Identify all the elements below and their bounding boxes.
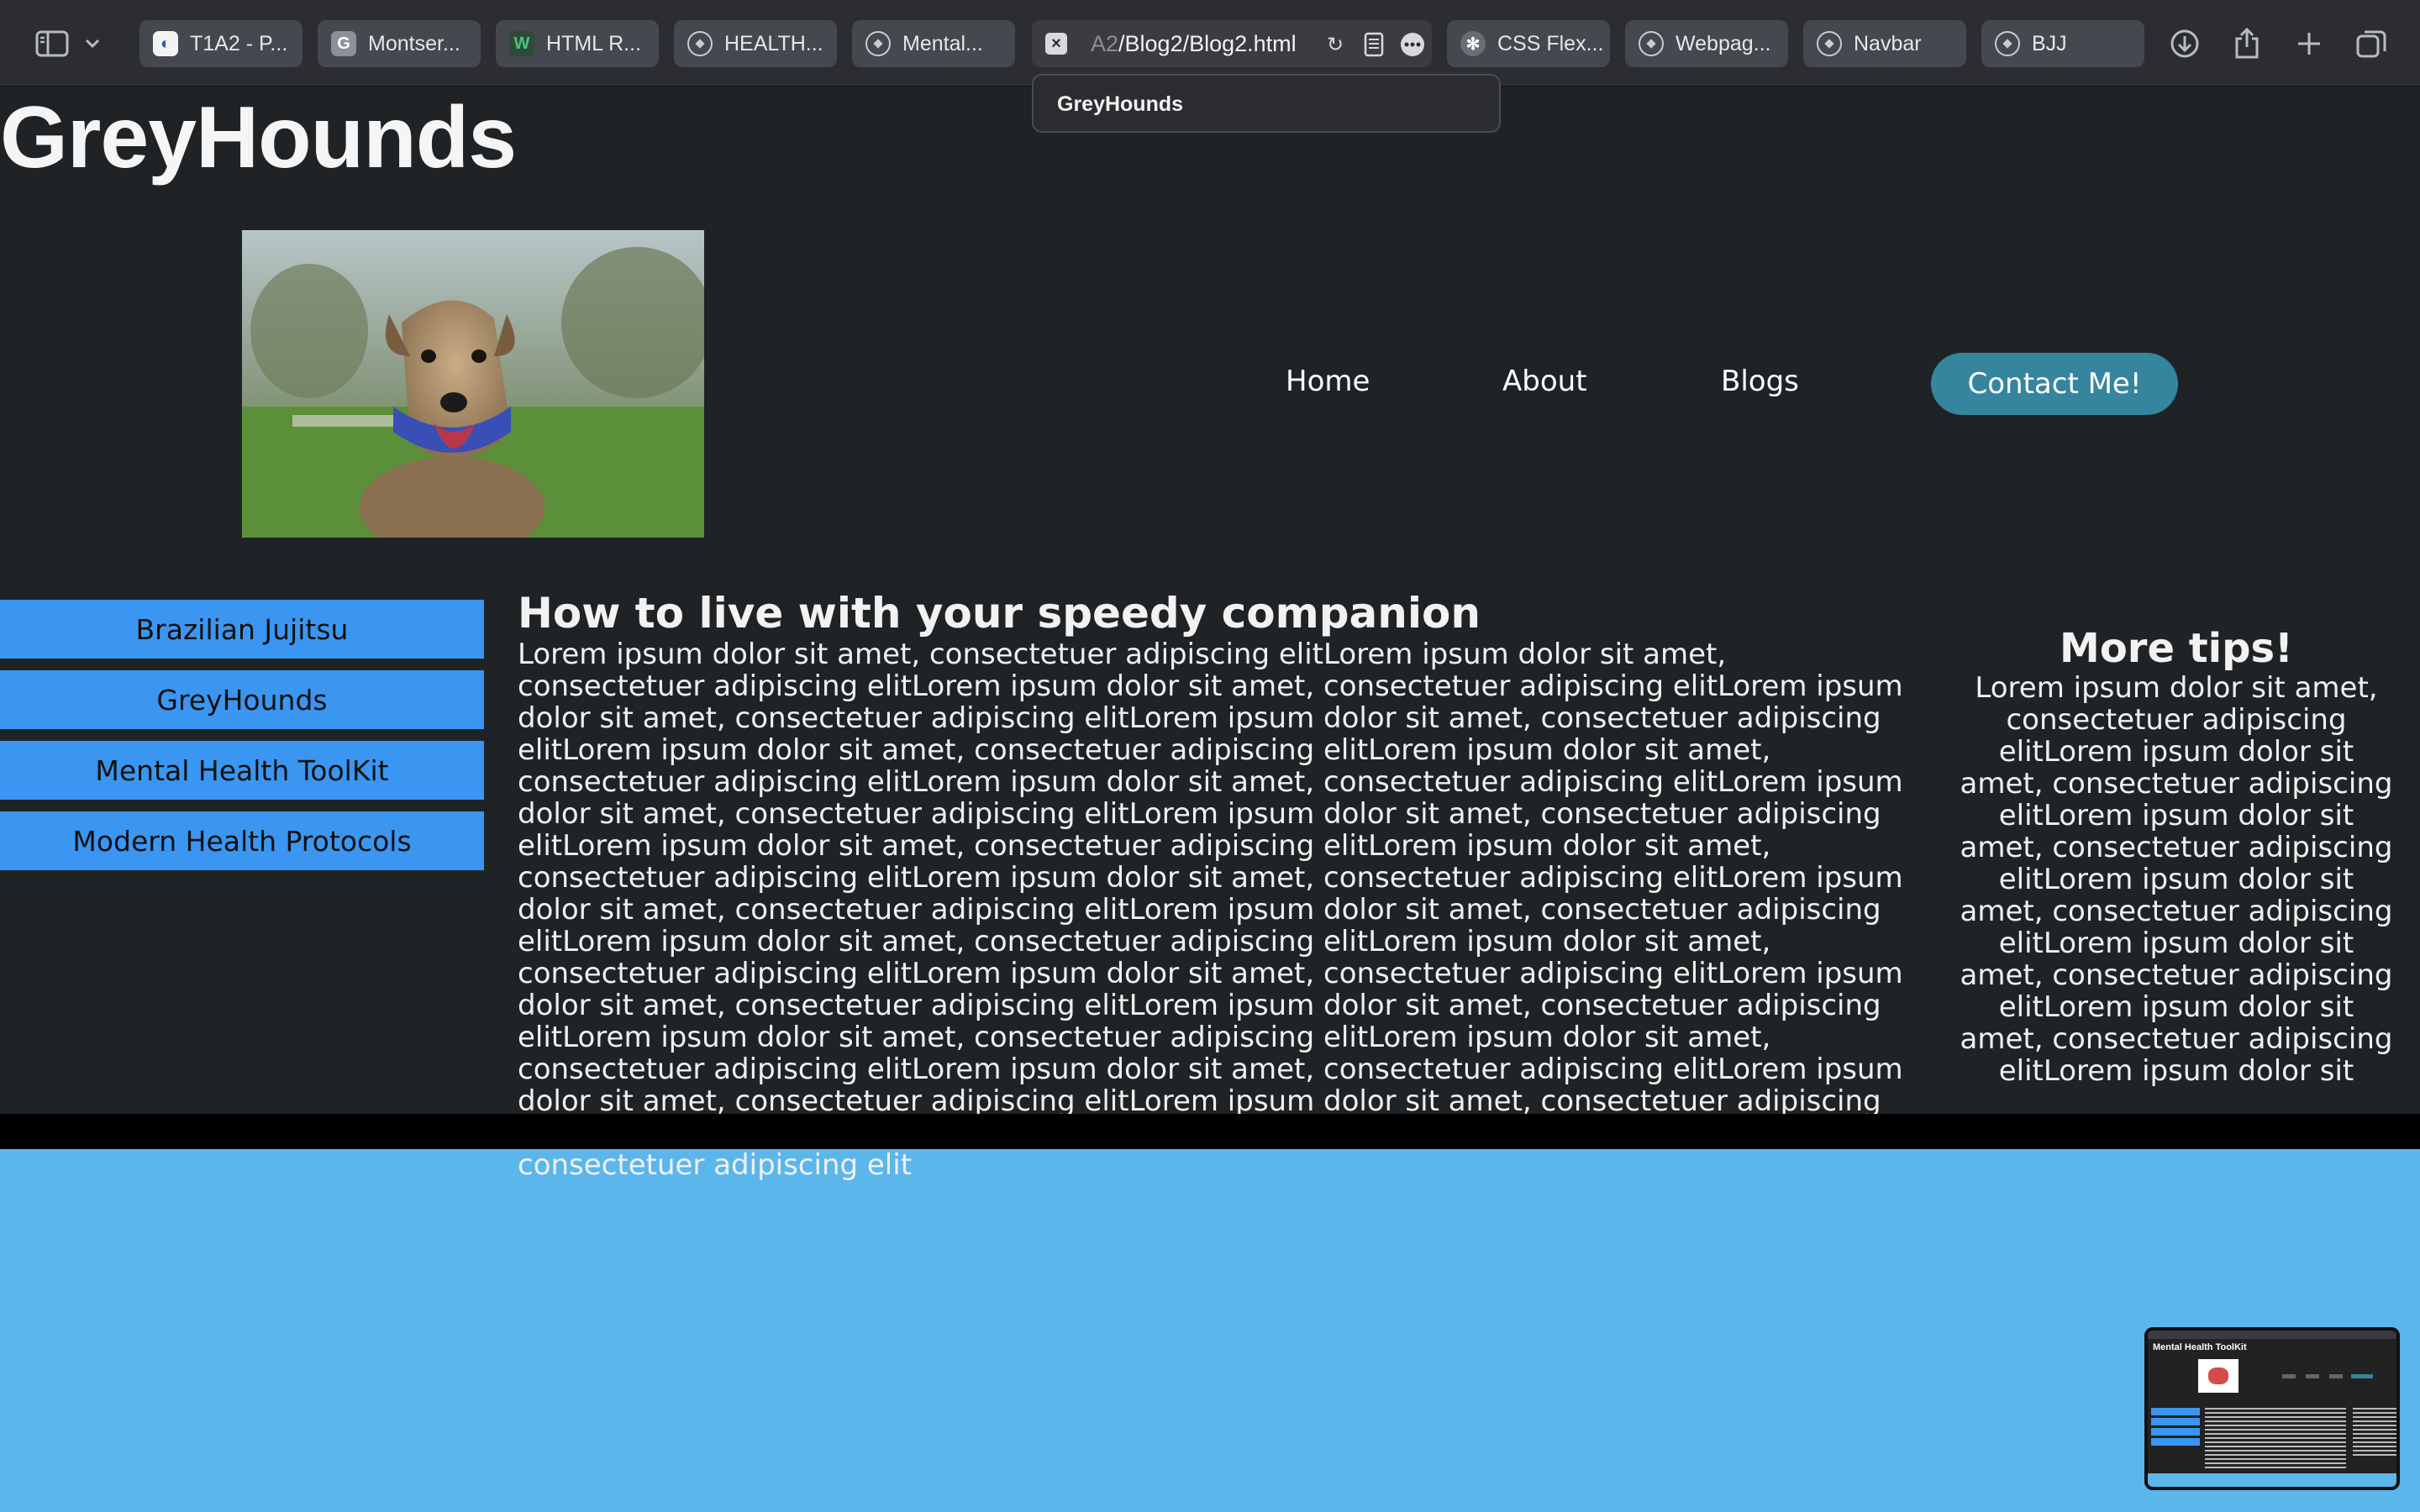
thumbnail-tips	[2353, 1408, 2396, 1458]
tab-label: BJJ	[2032, 31, 2067, 55]
nav-about-link[interactable]: About	[1502, 365, 1587, 398]
thumbnail-title: Mental Health ToolKit	[2153, 1342, 2247, 1352]
web-page: GreyHounds Home About Blogs Contact Me! …	[0, 87, 2420, 1181]
thumbnail-image	[2198, 1359, 2238, 1393]
thumbnail-toolbar	[2148, 1331, 2396, 1339]
chevron-down-icon[interactable]	[76, 22, 109, 66]
article: How to live with your speedy companion L…	[518, 588, 1912, 1181]
compass-icon	[1817, 31, 1842, 56]
compass-icon	[865, 31, 891, 56]
tab-t1a2[interactable]: ◐ T1A2 - P...	[139, 20, 302, 67]
tab-health[interactable]: HEALTH...	[674, 20, 837, 67]
tab-active-blog2[interactable]: × A2/Blog2/Blog2.html ↻	[1032, 20, 1432, 67]
thumbnail-nav	[2282, 1374, 2296, 1378]
tips-panel: More tips! Lorem ipsum dolor sit amet, c…	[1958, 625, 2395, 1087]
tab-label: T1A2 - P...	[190, 31, 288, 55]
thumbnail-nav	[2306, 1374, 2319, 1378]
thumbnail-sidebar-item	[2151, 1428, 2200, 1436]
tab-bjj[interactable]: BJJ	[1981, 20, 2144, 67]
address-autocomplete-suggestion[interactable]: GreyHounds	[1032, 74, 1501, 133]
tab-mental[interactable]: Mental...	[852, 20, 1015, 67]
tab-label: CSS Flex...	[1497, 31, 1604, 55]
tips-heading: More tips!	[2060, 625, 2293, 672]
tab-label: HTML R...	[546, 31, 641, 55]
contact-me-button[interactable]: Contact Me!	[1931, 353, 2178, 415]
tab-label: Navbar	[1854, 31, 1922, 55]
tab-css-flexbox[interactable]: ✻ CSS Flex...	[1447, 20, 1610, 67]
tab-html-reference[interactable]: W HTML R...	[496, 20, 659, 67]
tab-label: Webpag...	[1676, 31, 1771, 55]
new-tab-icon[interactable]	[2287, 22, 2331, 66]
tips-body: Lorem ipsum dolor sit amet, consectetuer…	[1960, 671, 2393, 1088]
sidebar-toggle-icon[interactable]	[30, 22, 74, 66]
compass-icon	[687, 31, 713, 56]
tab-overview-icon[interactable]	[2349, 22, 2393, 66]
thumbnail-sidebar-item	[2151, 1438, 2200, 1446]
t1a2-favicon-icon: ◐	[153, 31, 178, 56]
share-icon[interactable]	[2225, 22, 2269, 66]
tab-webpage[interactable]: Webpag...	[1625, 20, 1788, 67]
tab-montserrat[interactable]: G Montser...	[318, 20, 481, 67]
nav-home-link[interactable]: Home	[1286, 365, 1370, 398]
article-body: Lorem ipsum dolor sit amet, consectetuer…	[518, 638, 1903, 1182]
screenshot-thumbnail-preview[interactable]: Mental Health ToolKit	[2144, 1327, 2400, 1490]
compass-icon	[1995, 31, 2020, 56]
site-title: GreyHounds	[0, 89, 517, 186]
tab-navbar[interactable]: Navbar	[1803, 20, 1966, 67]
google-fonts-favicon-icon: G	[331, 31, 356, 56]
thumbnail-article	[2205, 1408, 2346, 1468]
sidebar-item-greyhounds[interactable]: GreyHounds	[0, 670, 484, 729]
more-options-icon[interactable]	[1400, 32, 1425, 57]
tab-label: Montser...	[368, 31, 460, 55]
reader-view-icon[interactable]	[1361, 32, 1386, 57]
close-tab-icon[interactable]: ×	[1045, 33, 1067, 55]
compass-icon	[1639, 31, 1664, 56]
w3schools-favicon-icon: W	[509, 31, 534, 56]
reload-icon[interactable]: ↻	[1323, 32, 1348, 57]
thumbnail-footer	[2148, 1473, 2396, 1487]
chatgpt-favicon-icon: ✻	[1460, 31, 1486, 56]
address-field[interactable]: A2/Blog2/Blog2.html	[1091, 31, 1297, 57]
nav-blogs-link[interactable]: Blogs	[1721, 365, 1799, 398]
tab-label: Mental...	[902, 31, 983, 55]
thumbnail-sidebar-item	[2151, 1418, 2200, 1425]
sidebar-nav: Brazilian Jujitsu GreyHounds Mental Heal…	[0, 600, 484, 882]
sidebar-item-modern-health-protocols[interactable]: Modern Health Protocols	[0, 811, 484, 870]
thumbnail-nav	[2329, 1374, 2343, 1378]
thumbnail-sidebar-item	[2151, 1408, 2200, 1415]
sidebar-item-mental-health-toolkit[interactable]: Mental Health ToolKit	[0, 741, 484, 800]
article-heading: How to live with your speedy companion	[518, 589, 1481, 638]
greyhound-photo	[242, 230, 704, 538]
page-bottom-divider	[0, 1114, 2420, 1149]
downloads-icon[interactable]	[2163, 22, 2207, 66]
sidebar-item-brazilian-jujitsu[interactable]: Brazilian Jujitsu	[0, 600, 484, 659]
thumbnail-contact	[2351, 1374, 2373, 1378]
tab-label: HEALTH...	[724, 31, 823, 55]
